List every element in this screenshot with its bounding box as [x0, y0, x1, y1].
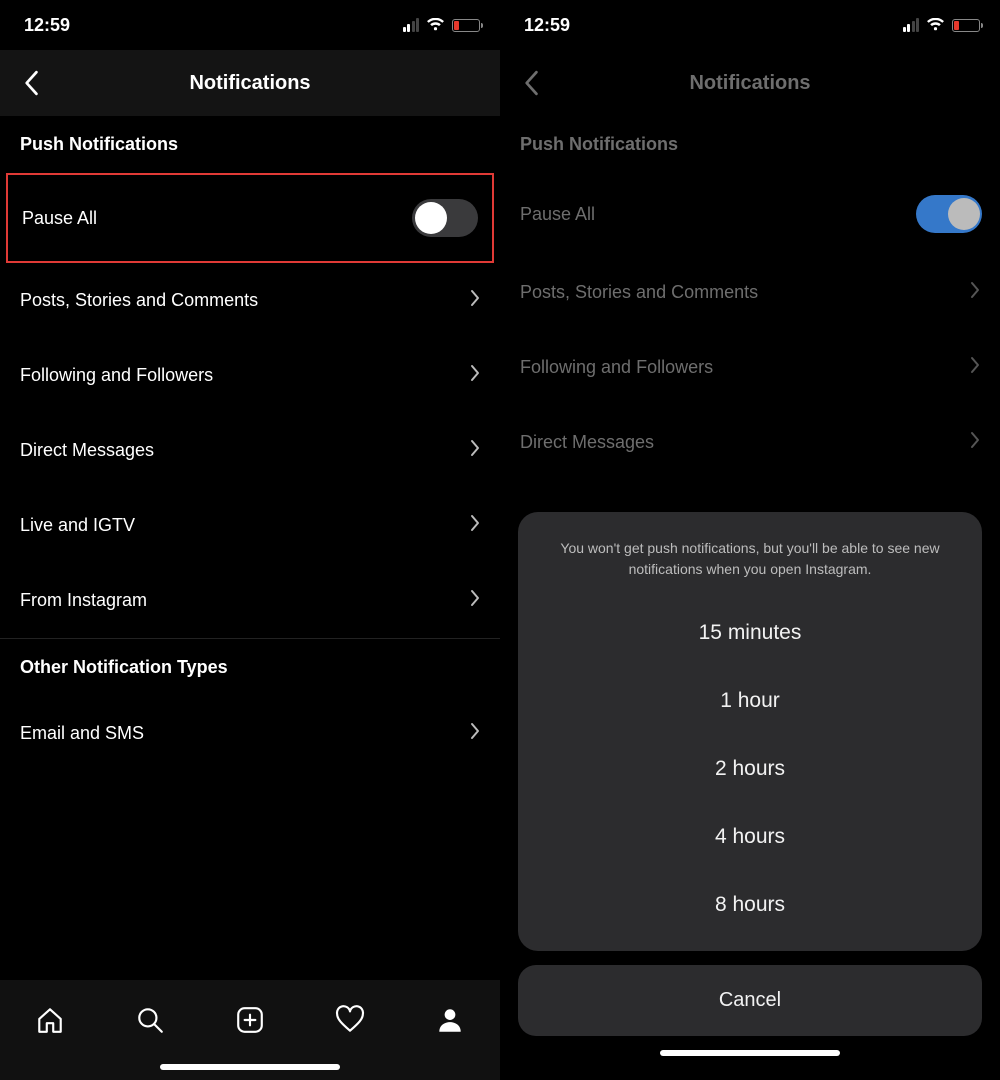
sheet-option-8h[interactable]: 8 hours [542, 871, 958, 939]
pause-all-toggle[interactable] [916, 195, 982, 233]
section-title-other: Other Notification Types [0, 639, 500, 696]
sheet-option-1h[interactable]: 1 hour [542, 667, 958, 735]
action-sheet: You won't get push notifications, but yo… [500, 512, 1000, 1080]
status-bar: 12:59 [0, 0, 500, 50]
chevron-right-icon [470, 722, 480, 745]
nav-row-dm[interactable]: Direct Messages [0, 413, 500, 488]
home-indicator [660, 1050, 840, 1056]
header: Notifications [500, 50, 1000, 116]
chevron-right-icon [970, 281, 980, 304]
cellular-icon [403, 18, 420, 32]
tab-activity[interactable] [328, 998, 372, 1042]
row-label: Email and SMS [20, 723, 144, 744]
pause-all-row[interactable]: Pause All [6, 173, 494, 263]
chevron-right-icon [470, 589, 480, 612]
row-label: Posts, Stories and Comments [520, 282, 758, 303]
pause-all-label: Pause All [520, 204, 595, 225]
back-button[interactable] [516, 68, 546, 98]
nav-row-email-sms[interactable]: Email and SMS [0, 696, 500, 771]
phone-screen-right: 12:59 Notifications Push Notifications P… [500, 0, 1000, 1080]
pause-all-label: Pause All [22, 208, 97, 229]
row-label: From Instagram [20, 590, 147, 611]
phone-screen-left: 12:59 Notifications Push Notifications P… [0, 0, 500, 1080]
chevron-right-icon [970, 356, 980, 379]
chevron-right-icon [470, 439, 480, 462]
cellular-icon [903, 18, 920, 32]
tab-bar [0, 980, 500, 1080]
page-title: Notifications [689, 72, 810, 95]
status-bar: 12:59 [500, 0, 1000, 50]
cancel-button[interactable]: Cancel [518, 965, 982, 1036]
row-label: Live and IGTV [20, 515, 135, 536]
status-icons [903, 18, 981, 32]
battery-icon [952, 19, 980, 32]
nav-row-posts[interactable]: Posts, Stories and Comments [0, 263, 500, 338]
tab-profile[interactable] [428, 998, 472, 1042]
nav-row-following[interactable]: Following and Followers [500, 330, 1000, 405]
chevron-right-icon [970, 431, 980, 454]
row-label: Direct Messages [520, 432, 654, 453]
action-sheet-description: You won't get push notifications, but yo… [542, 538, 958, 599]
wifi-icon [926, 18, 945, 32]
section-title-push: Push Notifications [500, 116, 1000, 173]
page-title: Notifications [189, 72, 310, 95]
tab-home[interactable] [28, 998, 72, 1042]
pause-all-row[interactable]: Pause All [500, 173, 1000, 255]
header: Notifications [0, 50, 500, 116]
nav-row-live[interactable]: Live and IGTV [0, 488, 500, 563]
home-indicator [160, 1064, 340, 1070]
sheet-option-4h[interactable]: 4 hours [542, 803, 958, 871]
section-title-push: Push Notifications [0, 116, 500, 173]
nav-row-dm[interactable]: Direct Messages [500, 405, 1000, 480]
chevron-right-icon [470, 364, 480, 387]
action-sheet-panel: You won't get push notifications, but yo… [518, 512, 982, 951]
wifi-icon [426, 18, 445, 32]
row-label: Following and Followers [520, 357, 713, 378]
chevron-right-icon [470, 289, 480, 312]
nav-row-posts[interactable]: Posts, Stories and Comments [500, 255, 1000, 330]
tab-search[interactable] [128, 998, 172, 1042]
sheet-option-2h[interactable]: 2 hours [542, 735, 958, 803]
battery-icon [452, 19, 480, 32]
status-time: 12:59 [24, 15, 70, 36]
row-label: Direct Messages [20, 440, 154, 461]
nav-row-from-instagram[interactable]: From Instagram [0, 563, 500, 638]
row-label: Following and Followers [20, 365, 213, 386]
chevron-right-icon [470, 514, 480, 537]
sheet-option-15m[interactable]: 15 minutes [542, 599, 958, 667]
pause-all-toggle[interactable] [412, 199, 478, 237]
tab-new-post[interactable] [228, 998, 272, 1042]
back-button[interactable] [16, 68, 46, 98]
status-icons [403, 18, 481, 32]
nav-row-following[interactable]: Following and Followers [0, 338, 500, 413]
row-label: Posts, Stories and Comments [20, 290, 258, 311]
status-time: 12:59 [524, 15, 570, 36]
